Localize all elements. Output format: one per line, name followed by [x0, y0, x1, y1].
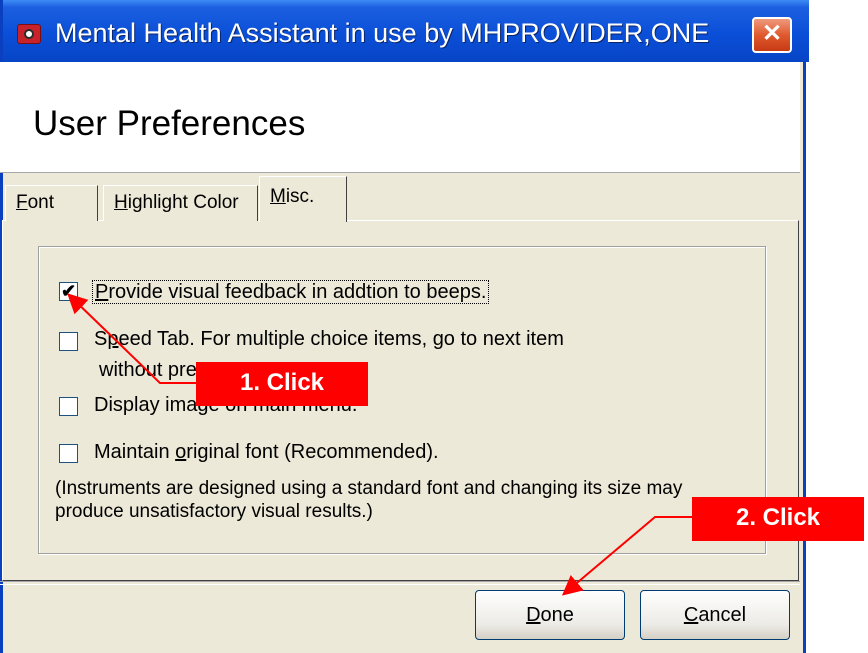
- cancel-key: C: [683, 604, 699, 626]
- close-button[interactable]: ✕: [752, 17, 792, 53]
- speed-tab-label-line2: without pre: [99, 359, 197, 381]
- speed-tab-pre: S: [94, 328, 108, 350]
- visual-feedback-checkbox[interactable]: ✔: [59, 282, 78, 301]
- tab-highlight-rest: ighlight Color: [127, 192, 239, 213]
- font-note: (Instruments are designed using a standa…: [55, 478, 683, 522]
- button-separator: [0, 581, 800, 585]
- window-title: Mental Health Assistant in use by MHPROV…: [55, 18, 710, 48]
- tab-misc[interactable]: Misc.: [259, 176, 347, 222]
- visual-feedback-key: P: [95, 281, 109, 303]
- original-font-text: riginal font (Recommended).: [186, 441, 439, 463]
- original-font-pre: Maintain: [94, 441, 176, 463]
- page-title: User Preferences: [33, 104, 306, 143]
- tab-highlight-key: H: [114, 192, 128, 213]
- speed-tab-text: eed Tab. For multiple choice items, go t…: [118, 328, 564, 350]
- original-font-checkbox[interactable]: [59, 444, 78, 463]
- tab-misc-rest: isc.: [285, 186, 315, 207]
- title-bar[interactable]: Mental Health Assistant in use by MHPROV…: [3, 0, 809, 62]
- original-font-key: o: [175, 441, 187, 463]
- done-button[interactable]: Done: [475, 590, 625, 640]
- speed-tab-label[interactable]: Speed Tab. For multiple choice items, go…: [94, 327, 564, 351]
- tab-highlight-color[interactable]: Highlight Color: [103, 185, 258, 221]
- tab-font-key: F: [16, 192, 28, 213]
- tab-font[interactable]: Font: [5, 185, 98, 221]
- visual-feedback-text: rovide visual feedback in addtion to bee…: [108, 281, 487, 303]
- tab-misc-key: M: [270, 186, 286, 207]
- app-icon: [17, 24, 41, 44]
- visual-feedback-label[interactable]: Provide visual feedback in addtion to be…: [92, 280, 490, 304]
- cancel-rest: ancel: [698, 604, 747, 626]
- display-image-checkbox[interactable]: [59, 397, 78, 416]
- callout-step-1: 1. Click: [196, 362, 368, 406]
- focus-rectangle: Provide visual feedback in addtion to be…: [92, 280, 490, 304]
- speed-tab-key: p: [107, 328, 119, 350]
- cancel-button[interactable]: Cancel: [640, 590, 790, 640]
- original-font-label[interactable]: Maintain original font (Recommended).: [94, 440, 439, 464]
- speed-tab-checkbox[interactable]: [59, 332, 78, 351]
- callout-step-2: 2. Click: [692, 497, 864, 541]
- tab-font-rest: ont: [27, 192, 55, 213]
- display-image-pre: Display ima: [94, 394, 198, 416]
- done-rest: one: [540, 604, 574, 626]
- done-key: D: [526, 604, 541, 626]
